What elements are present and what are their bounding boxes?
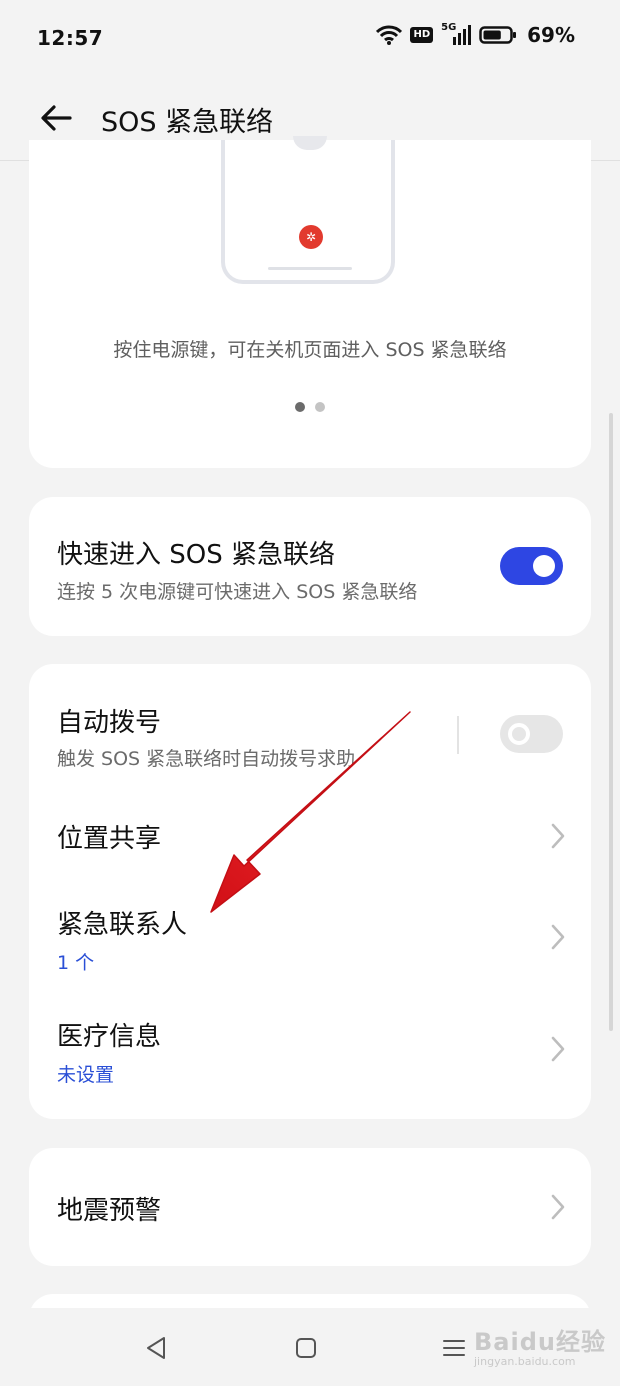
auto-dial-row[interactable]: 自动拨号 触发 SOS 紧急联络时自动拨号求助 bbox=[29, 664, 591, 784]
quick-entry-card[interactable]: 快速进入 SOS 紧急联络 连按 5 次电源键可快速进入 SOS 紧急联络 bbox=[29, 497, 591, 636]
status-icons: HD 5G 69% bbox=[376, 22, 575, 47]
emergency-contacts-row[interactable]: 紧急联系人 1 个 bbox=[29, 884, 591, 988]
page-dot-active[interactable] bbox=[295, 402, 305, 412]
triangle-back-icon[interactable] bbox=[140, 1332, 172, 1364]
clock: 12:57 bbox=[37, 26, 104, 50]
row-divider bbox=[457, 716, 459, 754]
location-share-title: 位置共享 bbox=[57, 824, 162, 854]
phone-illustration: ✲ bbox=[221, 136, 395, 284]
quick-entry-title: 快速进入 SOS 紧急联络 bbox=[57, 540, 336, 570]
toggle-knob bbox=[533, 555, 555, 577]
chevron-right-icon bbox=[551, 1194, 565, 1220]
medical-info-title: 医疗信息 bbox=[57, 1022, 162, 1052]
auto-dial-subtitle: 触发 SOS 紧急联络时自动拨号求助 bbox=[57, 748, 356, 770]
medical-info-status: 未设置 bbox=[57, 1064, 115, 1086]
intro-caption: 按住电源键，可在关机页面进入 SOS 紧急联络 bbox=[113, 339, 507, 361]
auto-dial-title: 自动拨号 bbox=[57, 708, 162, 738]
quick-entry-subtitle: 连按 5 次电源键可快速进入 SOS 紧急联络 bbox=[57, 581, 418, 603]
page-dot[interactable] bbox=[315, 402, 325, 412]
hd-badge: HD bbox=[410, 27, 434, 43]
medical-info-row[interactable]: 医疗信息 未设置 bbox=[29, 994, 591, 1098]
toggle-knob bbox=[508, 723, 530, 745]
quick-entry-toggle[interactable] bbox=[500, 547, 563, 585]
chevron-right-icon bbox=[551, 823, 565, 849]
auto-dial-toggle[interactable] bbox=[500, 715, 563, 753]
emergency-contacts-title: 紧急联系人 bbox=[57, 910, 188, 940]
earthquake-warning-title: 地震预警 bbox=[57, 1196, 162, 1226]
menu-recents-icon[interactable] bbox=[438, 1332, 470, 1364]
intro-carousel-card: ✲ 按住电源键，可在关机页面进入 SOS 紧急联络 bbox=[29, 136, 591, 468]
emergency-contacts-count: 1 个 bbox=[57, 952, 95, 974]
page-indicator bbox=[295, 402, 325, 412]
square-home-icon[interactable] bbox=[290, 1332, 322, 1364]
arrow-left-icon[interactable] bbox=[36, 98, 76, 138]
status-bar: 12:57 HD 5G 69% bbox=[0, 0, 620, 76]
phone-illustration-notch bbox=[293, 136, 327, 150]
baidu-watermark: Baidu经验 jingyan.baidu.com bbox=[474, 1322, 606, 1368]
location-share-row[interactable]: 位置共享 bbox=[29, 790, 591, 880]
signal-5g-icon: 5G bbox=[441, 22, 472, 46]
earthquake-warning-card[interactable]: 地震预警 bbox=[29, 1148, 591, 1266]
battery-percentage: 69% bbox=[527, 23, 575, 47]
chevron-right-icon bbox=[551, 924, 565, 950]
chevron-right-icon bbox=[551, 1036, 565, 1062]
sos-button-icon: ✲ bbox=[299, 225, 323, 249]
battery-icon bbox=[479, 26, 517, 44]
wifi-icon bbox=[376, 25, 403, 45]
page-title: SOS 紧急联络 bbox=[101, 107, 274, 138]
emergency-settings-card: 自动拨号 触发 SOS 紧急联络时自动拨号求助 位置共享 紧急联系人 1 个 医… bbox=[29, 664, 591, 1119]
phone-illustration-home-bar bbox=[268, 267, 352, 270]
scrollbar[interactable] bbox=[609, 413, 613, 1031]
watermark-logo-text: Baidu经验 bbox=[474, 1328, 606, 1356]
